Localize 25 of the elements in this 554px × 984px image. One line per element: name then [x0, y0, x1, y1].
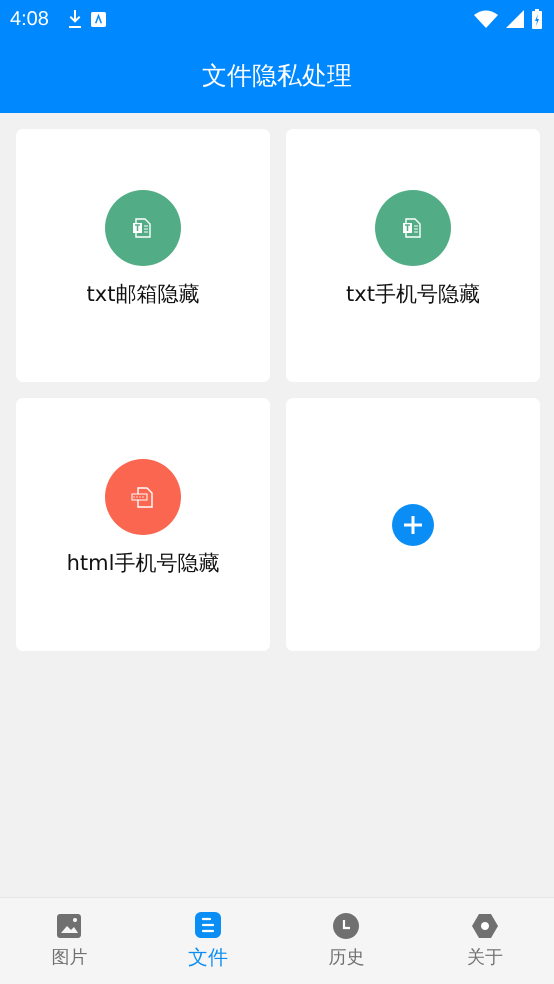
battery-icon: [532, 9, 542, 29]
signal-icon: [506, 10, 524, 28]
nav-tab[interactable]: 图片: [0, 898, 138, 984]
hexagon-icon: [472, 913, 498, 939]
nav-tab[interactable]: 历史: [277, 898, 416, 984]
wifi-icon: [474, 10, 498, 28]
tool-card[interactable]: html手机号隐藏: [16, 398, 270, 651]
tool-label: html手机号隐藏: [66, 550, 220, 577]
text-file-icon: [105, 190, 181, 266]
app-notification-icon: [90, 12, 106, 26]
app-title: 文件隐私处理: [202, 60, 352, 92]
image-icon: [56, 913, 82, 939]
document-icon: [194, 912, 221, 938]
tool-card[interactable]: txt邮箱隐藏: [16, 129, 270, 382]
tool-label: txt邮箱隐藏: [86, 281, 200, 308]
add-icon[interactable]: [392, 504, 434, 546]
download-icon: [66, 9, 83, 29]
status-time: 4:08: [10, 8, 49, 30]
nav-tab[interactable]: 文件: [138, 898, 277, 984]
tool-card[interactable]: txt手机号隐藏: [286, 129, 540, 382]
tool-label: txt手机号隐藏: [346, 281, 480, 308]
clock-icon: [333, 913, 360, 939]
nav-tab[interactable]: 关于: [416, 898, 554, 984]
html-file-icon: [105, 459, 181, 535]
text-file-icon: [375, 190, 451, 266]
